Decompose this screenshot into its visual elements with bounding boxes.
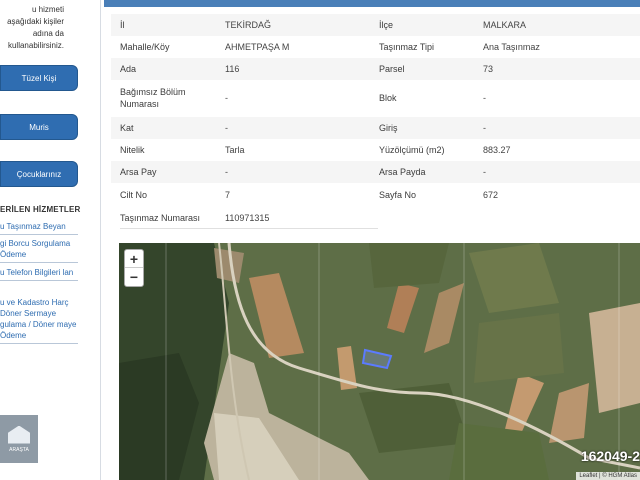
zoom-control: + − bbox=[124, 249, 144, 287]
value-kat: - bbox=[225, 123, 228, 133]
table-row: İl TEKİRDAĞ İlçe MALKARA bbox=[111, 14, 640, 36]
value-ada: 116 bbox=[225, 64, 240, 74]
label-arsa-pay: Arsa Pay bbox=[120, 167, 157, 177]
map-attribution[interactable]: Leaflet | © HGM Atlas bbox=[576, 472, 640, 480]
cocuklariniz-button[interactable]: Çocuklarınız bbox=[0, 161, 78, 187]
tuzel-kisi-button[interactable]: Tüzel Kişi bbox=[0, 65, 78, 91]
table-row: Bağımsız Bölüm Numarası - Blok - bbox=[111, 82, 640, 114]
table-row: Nitelik Tarla Yüzölçümü (m2) 883.27 bbox=[111, 139, 640, 161]
value-bagimsiz-bolum: - bbox=[225, 93, 228, 103]
value-sayfa-no: 672 bbox=[483, 190, 499, 200]
value-il: TEKİRDAĞ bbox=[225, 20, 272, 30]
label-ada: Ada bbox=[120, 64, 137, 74]
sidebar: u hizmeti aşağıdaki kişiler adına da kul… bbox=[0, 0, 101, 480]
value-ilce: MALKARA bbox=[483, 20, 527, 30]
label-tasinmaz-numarasi: Taşınmaz Numarası bbox=[120, 213, 201, 223]
value-tasinmaz-tipi: Ana Taşınmaz bbox=[483, 42, 540, 52]
label-blok: Blok bbox=[379, 93, 397, 103]
table-row: Arsa Pay - Arsa Payda - bbox=[111, 161, 640, 183]
sidebar-link-tasinmaz-beyan[interactable]: u Taşınmaz Beyan bbox=[0, 221, 78, 235]
value-giris: - bbox=[483, 123, 486, 133]
label-ilce: İlçe bbox=[379, 20, 394, 30]
label-bagimsiz-bolum: Bağımsız Bölüm Numarası bbox=[120, 87, 186, 109]
value-blok: - bbox=[483, 93, 486, 103]
sidebar-link-telefon-bilgileri[interactable]: u Telefon Bilgileri lan bbox=[0, 267, 78, 281]
value-mahalle: AHMETPAŞA M bbox=[225, 42, 290, 52]
zoom-out-button[interactable]: − bbox=[125, 268, 143, 286]
sidebar-link-borc-sorgulama[interactable]: gi Borcu Sorgulama Ödeme bbox=[0, 238, 78, 263]
label-sayfa-no: Sayfa No bbox=[379, 190, 417, 200]
value-yuzolcumu: 883.27 bbox=[483, 145, 511, 155]
label-cilt-no: Cilt No bbox=[120, 190, 148, 200]
table-row: Kat - Giriş - bbox=[111, 117, 640, 139]
label-parsel: Parsel bbox=[379, 64, 405, 74]
label-arsa-payda: Arsa Payda bbox=[379, 167, 426, 177]
label-nitelik: Nitelik bbox=[120, 145, 145, 155]
sidebar-link-harc-odeme[interactable]: u ve Kadastro Harç Döner Sermaye gulama … bbox=[0, 297, 78, 344]
top-banner bbox=[104, 0, 640, 7]
muris-button[interactable]: Muris bbox=[0, 114, 78, 140]
divider bbox=[120, 228, 378, 229]
logo: ARAŞTA bbox=[0, 415, 38, 463]
sidebar-intro: u hizmeti aşağıdaki kişiler adına da kul… bbox=[7, 5, 64, 50]
value-parsel: 73 bbox=[483, 64, 494, 74]
value-nitelik: Tarla bbox=[225, 145, 245, 155]
value-cilt-no: 7 bbox=[225, 190, 231, 200]
table-row: Taşınmaz Numarası 110971315 bbox=[111, 207, 640, 229]
label-il: İl bbox=[120, 20, 125, 30]
satellite-map[interactable]: + − 162049-2 Leaflet | © HGM Atlas bbox=[119, 243, 640, 480]
services-section-title: ERİLEN HİZMETLER bbox=[0, 205, 81, 214]
value-tasinmaz-numarasi: 110971315 bbox=[225, 213, 270, 223]
house-icon bbox=[8, 425, 30, 444]
label-yuzolcumu: Yüzölçümü (m2) bbox=[379, 145, 445, 155]
label-mahalle: Mahalle/Köy bbox=[120, 42, 170, 52]
label-tasinmaz-tipi: Taşınmaz Tipi bbox=[379, 42, 435, 52]
value-arsa-pay: - bbox=[225, 167, 228, 177]
listing-id-watermark: 162049-2 bbox=[580, 448, 640, 464]
table-row: Mahalle/Köy AHMETPAŞA M Taşınmaz Tipi An… bbox=[111, 36, 640, 58]
logo-text: ARAŞTA bbox=[9, 446, 29, 453]
table-row: Cilt No 7 Sayfa No 672 bbox=[111, 184, 640, 206]
table-row: Ada 116 Parsel 73 bbox=[111, 58, 640, 80]
label-kat: Kat bbox=[120, 123, 134, 133]
label-giris: Giriş bbox=[379, 123, 398, 133]
value-arsa-payda: - bbox=[483, 167, 486, 177]
map-imagery bbox=[119, 243, 640, 480]
zoom-in-button[interactable]: + bbox=[125, 250, 143, 268]
